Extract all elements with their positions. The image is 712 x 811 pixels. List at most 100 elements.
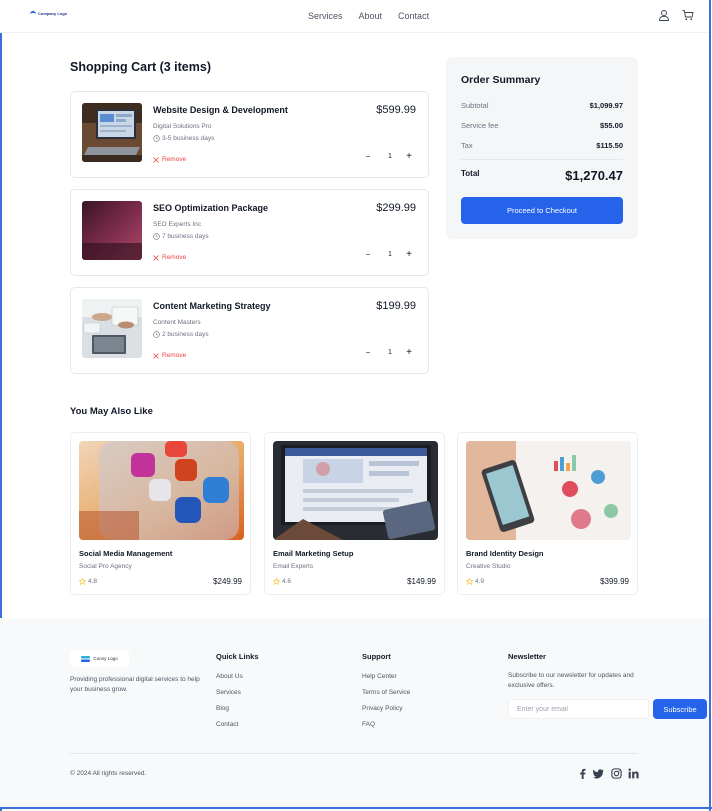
decrease-quantity-button[interactable]: −: [363, 348, 373, 357]
recommendation-image: [79, 441, 244, 540]
recommendation-card[interactable]: Social Media Management Social Pro Agenc…: [70, 432, 251, 595]
window-frame-bottom: [0, 807, 712, 809]
item-thumbnail: [82, 201, 142, 260]
summary-divider: [461, 159, 623, 160]
remove-button[interactable]: Remove: [153, 352, 186, 359]
recommendation-price: $149.99: [407, 577, 436, 586]
footer-link-about-us[interactable]: About Us: [216, 673, 243, 680]
recommendation-card[interactable]: Email Marketing Setup Email Experts 4.6 …: [264, 432, 445, 595]
rating: 4.9: [466, 578, 484, 585]
item-thumbnail: [82, 299, 142, 358]
item-name[interactable]: SEO Optimization Package: [153, 203, 268, 213]
summary-row-service-fee: Service fee $55.00: [461, 121, 623, 130]
item-thumbnail: [82, 103, 142, 162]
quick-links-title: Quick Links: [216, 652, 259, 661]
main-nav: Services About Contact: [308, 11, 429, 21]
recommendation-image: [273, 441, 438, 540]
quantity-stepper: − 1 +: [361, 249, 419, 262]
remove-button[interactable]: Remove: [153, 156, 186, 163]
star-icon: [79, 578, 86, 585]
item-name[interactable]: Content Marketing Strategy: [153, 301, 271, 311]
item-price: $299.99: [376, 202, 416, 214]
window-frame-right: [709, 0, 711, 811]
footer-link-blog[interactable]: Blog: [216, 705, 229, 712]
total-value: $1,270.47: [565, 168, 623, 183]
footer-divider: [70, 753, 638, 754]
duration-text: 3-5 business days: [162, 135, 215, 142]
footer-logo-text: Conny Logo: [93, 656, 118, 661]
summary-row-subtotal: Subtotal $1,099.97: [461, 101, 623, 110]
recommendation-vendor: Social Pro Agency: [79, 563, 132, 570]
footer-link-services[interactable]: Services: [216, 689, 241, 696]
close-icon: [153, 352, 159, 359]
star-icon: [466, 578, 473, 585]
summary-value: $55.00: [600, 121, 623, 130]
logo-text: Company Logo: [38, 10, 68, 16]
rating-value: 4.9: [475, 578, 485, 585]
logo-mark-icon: [30, 11, 36, 15]
laptop-email-image: [273, 441, 438, 540]
meeting-image: [82, 299, 142, 358]
summary-label: Subtotal: [461, 101, 489, 110]
logo-mark-icon: [81, 655, 91, 662]
shopping-cart-icon[interactable]: [682, 9, 694, 21]
footer-link-faq[interactable]: FAQ: [362, 721, 375, 728]
checkout-button[interactable]: Proceed to Checkout: [461, 197, 623, 224]
recommendation-name: Social Media Management: [79, 549, 173, 558]
remove-label: Remove: [162, 156, 187, 163]
company-logo[interactable]: Company Logo: [30, 9, 67, 17]
decrease-quantity-button[interactable]: −: [363, 152, 373, 161]
star-icon: [273, 578, 280, 585]
subscribe-button[interactable]: Subscribe: [653, 699, 707, 719]
footer-description: Providing professional digital services …: [70, 676, 200, 693]
footer-link-terms[interactable]: Terms of Service: [362, 689, 410, 696]
rating-value: 4.6: [282, 578, 292, 585]
footer-link-privacy[interactable]: Privacy Policy: [362, 705, 402, 712]
item-name[interactable]: Website Design & Development: [153, 105, 288, 115]
instagram-icon[interactable]: [611, 768, 622, 779]
remove-label: Remove: [162, 352, 187, 359]
project-sign-image: [82, 201, 142, 260]
nav-link-contact[interactable]: Contact: [398, 11, 429, 21]
item-price: $599.99: [376, 104, 416, 116]
newsletter-email-input[interactable]: [508, 699, 649, 719]
quantity-stepper: − 1 +: [361, 151, 419, 164]
order-summary: Order Summary Subtotal $1,099.97 Service…: [446, 57, 638, 239]
brand-charts-image: [466, 441, 631, 540]
newsletter-description: Subscribe to our newsletter for updates …: [508, 672, 634, 689]
quantity-stepper: − 1 +: [361, 347, 419, 360]
close-icon: [153, 254, 159, 261]
recommendation-vendor: Creative Studio: [466, 563, 511, 570]
summary-label: Service fee: [461, 121, 499, 130]
footer-logo[interactable]: Conny Logo: [70, 650, 129, 667]
footer-link-help-center[interactable]: Help Center: [362, 673, 397, 680]
recommendation-price: $249.99: [213, 577, 242, 586]
increase-quantity-button[interactable]: +: [404, 151, 414, 162]
summary-label: Tax: [461, 141, 473, 150]
increase-quantity-button[interactable]: +: [404, 249, 414, 260]
nav-link-about[interactable]: About: [359, 11, 383, 21]
cart-item: Website Design & Development Digital Sol…: [70, 91, 429, 178]
quantity-value: 1: [388, 349, 392, 356]
nav-link-services[interactable]: Services: [308, 11, 343, 21]
cart-item: SEO Optimization Package SEO Experts Inc…: [70, 189, 429, 276]
recommendation-card[interactable]: Brand Identity Design Creative Studio 4.…: [457, 432, 638, 595]
summary-value: $115.50: [596, 141, 623, 150]
summary-row-tax: Tax $115.50: [461, 141, 623, 150]
facebook-icon[interactable]: [577, 768, 588, 779]
increase-quantity-button[interactable]: +: [404, 347, 414, 358]
item-vendor: Digital Solutions Pro: [153, 123, 212, 130]
item-duration: 3-5 business days: [153, 135, 214, 142]
item-duration: 2 business days: [153, 331, 209, 338]
decrease-quantity-button[interactable]: −: [363, 250, 373, 259]
linkedin-icon[interactable]: [628, 768, 639, 779]
remove-button[interactable]: Remove: [153, 254, 186, 261]
rating-value: 4.8: [88, 578, 98, 585]
recommendation-name: Email Marketing Setup: [273, 549, 354, 558]
remove-label: Remove: [162, 254, 187, 261]
laptop-image: [82, 103, 142, 162]
footer-link-contact[interactable]: Contact: [216, 721, 238, 728]
user-icon[interactable]: [658, 9, 670, 21]
twitter-icon[interactable]: [593, 768, 604, 779]
item-vendor: Content Masters: [153, 319, 201, 326]
